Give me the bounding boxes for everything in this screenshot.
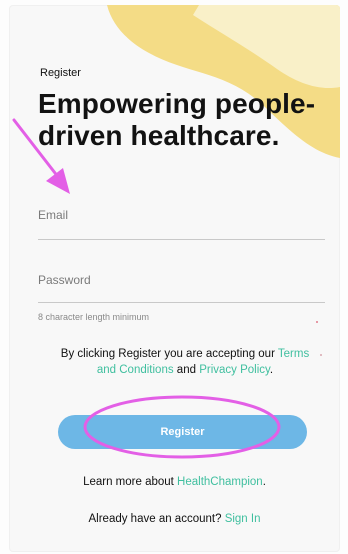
learn-more-suffix: . xyxy=(262,476,266,488)
healthchampion-link[interactable]: HealthChampion xyxy=(177,476,263,488)
email-field-container xyxy=(38,206,325,240)
page-title-line-2: driven healthcare. xyxy=(38,120,280,151)
page-title-line-1: Empowering people- xyxy=(38,88,316,119)
page-title: Empowering people- driven healthcare. xyxy=(38,88,338,152)
password-field-container xyxy=(38,271,325,303)
terms-consent-text: By clicking Register you are accepting o… xyxy=(53,346,317,378)
email-field[interactable] xyxy=(38,208,325,222)
password-field[interactable] xyxy=(38,273,325,287)
stray-dot xyxy=(316,321,318,323)
privacy-policy-link[interactable]: Privacy Policy xyxy=(199,364,270,376)
sign-in-link[interactable]: Sign In xyxy=(225,513,261,525)
consent-suffix: . xyxy=(269,364,274,376)
learn-more-prefix: Learn more about xyxy=(83,476,178,488)
register-button[interactable]: Register xyxy=(58,415,307,449)
register-screen: Register Empowering people- driven healt… xyxy=(9,5,340,552)
learn-more-text: Learn more about HealthChampion. xyxy=(9,476,340,488)
stray-dot xyxy=(320,354,322,356)
password-hint: 8 character length minimum xyxy=(38,312,150,322)
consent-middle: and xyxy=(173,364,200,376)
screenshot-frame: Register Empowering people- driven healt… xyxy=(0,0,348,554)
register-small-title: Register xyxy=(40,67,81,79)
sign-in-prompt: Already have an account? Sign In xyxy=(9,513,340,525)
consent-prefix: By clicking Register you are accepting o… xyxy=(60,348,278,360)
sign-in-prefix: Already have an account? xyxy=(88,513,225,525)
